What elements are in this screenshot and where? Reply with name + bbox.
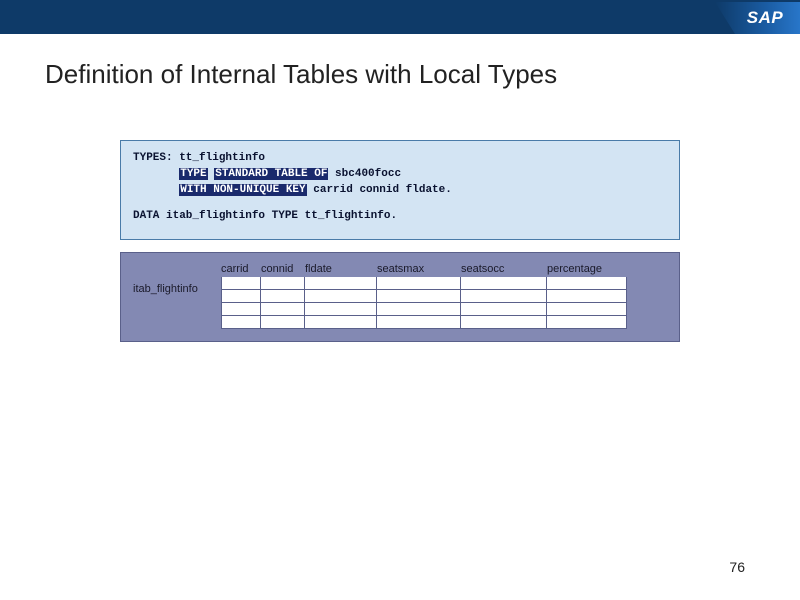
table-box: itab_flightinfo carrid connid fldate sea… [120,252,680,342]
sap-logo: SAP [715,2,800,34]
page-title: Definition of Internal Tables with Local… [45,59,800,90]
header-bar: SAP [0,0,800,34]
content-area: TYPES: tt_flightinfo TYPE STANDARD TABLE… [120,140,680,342]
col-percentage: percentage [547,263,627,275]
code-line-1: TYPES: tt_flightinfo [133,151,667,167]
sap-logo-text: SAP [747,8,783,28]
code-line-4: DATA itab_flightinfo TYPE tt_flightinfo. [133,209,667,225]
code-line-2: TYPE STANDARD TABLE OF sbc400focc [133,167,667,183]
col-carrid: carrid [221,263,261,275]
table-row [221,277,667,290]
table-header: carrid connid fldate seatsmax seatsocc p… [221,263,667,275]
page-number: 76 [729,559,745,575]
col-fldate: fldate [305,263,377,275]
col-connid: connid [261,263,305,275]
hl-standard-table-of: STANDARD TABLE OF [214,168,328,180]
table-row [221,303,667,316]
hl-type: TYPE [179,168,207,180]
code-box: TYPES: tt_flightinfo TYPE STANDARD TABLE… [120,140,680,240]
col-seatsocc: seatsocc [461,263,547,275]
table-row [221,316,667,329]
hl-with-non-unique-key: WITH NON-UNIQUE KEY [179,184,306,196]
code-line-3: WITH NON-UNIQUE KEY carrid connid fldate… [133,183,667,199]
table-row-label: itab_flightinfo [133,263,221,295]
col-seatsmax: seatsmax [377,263,461,275]
table-grid: carrid connid fldate seatsmax seatsocc p… [221,263,667,329]
table-row [221,290,667,303]
